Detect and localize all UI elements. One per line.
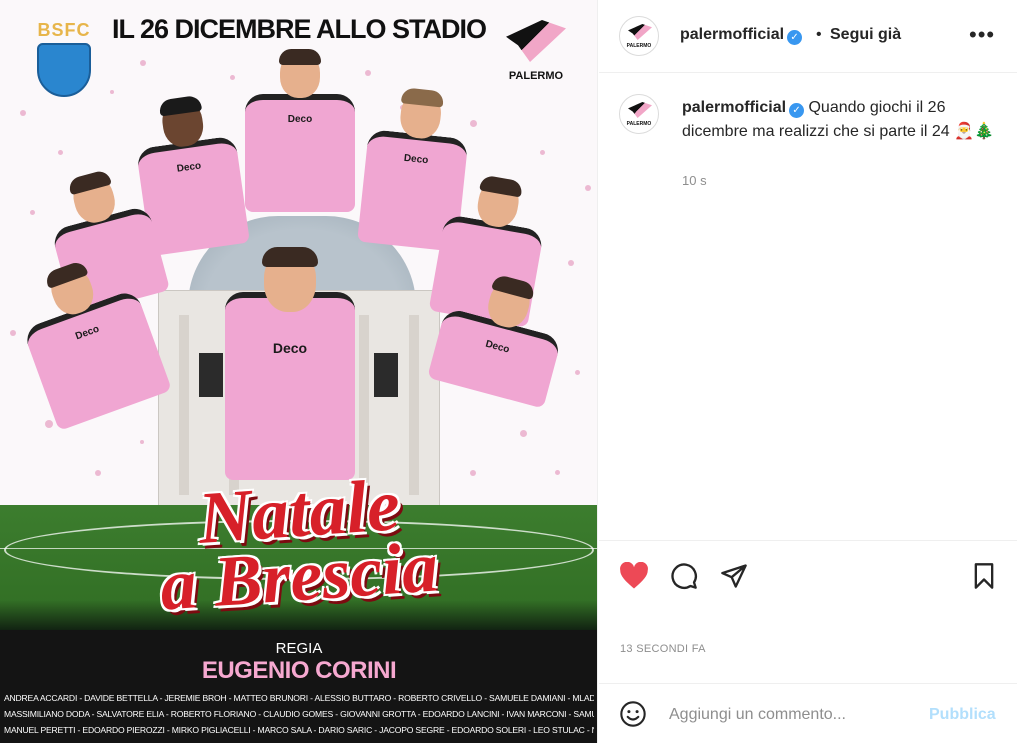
palermo-logo: PALERMO: [500, 20, 572, 82]
eagle-icon: [628, 102, 652, 118]
avatar[interactable]: PALERMO: [619, 16, 659, 56]
caption-username-link[interactable]: palermofficial: [682, 99, 786, 116]
avatar-text: PALERMO: [626, 43, 652, 49]
emoji-icon[interactable]: [619, 700, 647, 728]
username-link[interactable]: palermofficial: [680, 26, 784, 43]
credits-line: MANUEL PERETTI - EDOARDO PIEROZZI - MIRK…: [4, 725, 594, 735]
eagle-icon: [506, 20, 566, 62]
avatar-text: PALERMO: [626, 121, 652, 127]
director-label: REGIA: [275, 640, 323, 657]
publish-button[interactable]: Pubblica: [929, 706, 996, 724]
credits-line: ANDREA ACCARDI - DAVIDE BETTELLA - JEREM…: [4, 693, 594, 703]
verified-icon: ✓: [787, 30, 803, 45]
heart-icon[interactable]: [619, 561, 649, 591]
player-figure-center: Deco: [225, 247, 355, 480]
verified-icon: ✓: [789, 103, 805, 118]
director-name: EUGENIO CORINI: [201, 657, 397, 684]
player-figure: Deco: [245, 49, 355, 212]
more-options-icon[interactable]: •••: [969, 22, 995, 48]
caption-age[interactable]: 10 s: [682, 173, 707, 188]
action-bar: [599, 540, 1017, 630]
credits-line: MASSIMILIANO DODA - SALVATORE ELIA - ROB…: [4, 709, 594, 719]
share-icon[interactable]: [719, 561, 749, 591]
avatar[interactable]: PALERMO: [619, 94, 659, 134]
brescia-logo-text: BSFC: [37, 20, 91, 40]
header-user: palermofficial ✓: [680, 26, 803, 45]
caption-text: palermofficial ✓ Quando giochi il 26 dice…: [682, 96, 1002, 144]
lioness-shield-icon: [37, 43, 91, 97]
comment-input[interactable]: [669, 702, 909, 728]
player-sponsor: Deco: [287, 114, 313, 125]
comment-icon[interactable]: [669, 561, 699, 591]
following-button[interactable]: Segui già: [830, 26, 901, 44]
eagle-icon: [628, 24, 652, 40]
add-comment-bar: Pubblica: [599, 683, 1017, 743]
brescia-logo: BSFC: [30, 20, 98, 97]
post-timestamp[interactable]: 13 SECONDI FA: [620, 643, 706, 655]
post-side-panel: PALERMO palermofficial ✓ • Segui già ••• …: [599, 0, 1017, 743]
credits-list: ANDREA ACCARDI - DAVIDE BETTELLA - JEREM…: [4, 690, 594, 738]
caption-emojis: 🎅🎄: [954, 123, 994, 140]
post-header: PALERMO palermofficial ✓ • Segui già •••: [599, 0, 1017, 73]
bookmark-icon[interactable]: [969, 561, 999, 591]
separator-dot: •: [816, 26, 822, 43]
player-sponsor: Deco: [272, 340, 308, 356]
palermo-logo-text: PALERMO: [508, 70, 564, 82]
post-image[interactable]: IL 26 DICEMBRE ALLO STADIO BSFC PALERMO …: [0, 0, 598, 743]
